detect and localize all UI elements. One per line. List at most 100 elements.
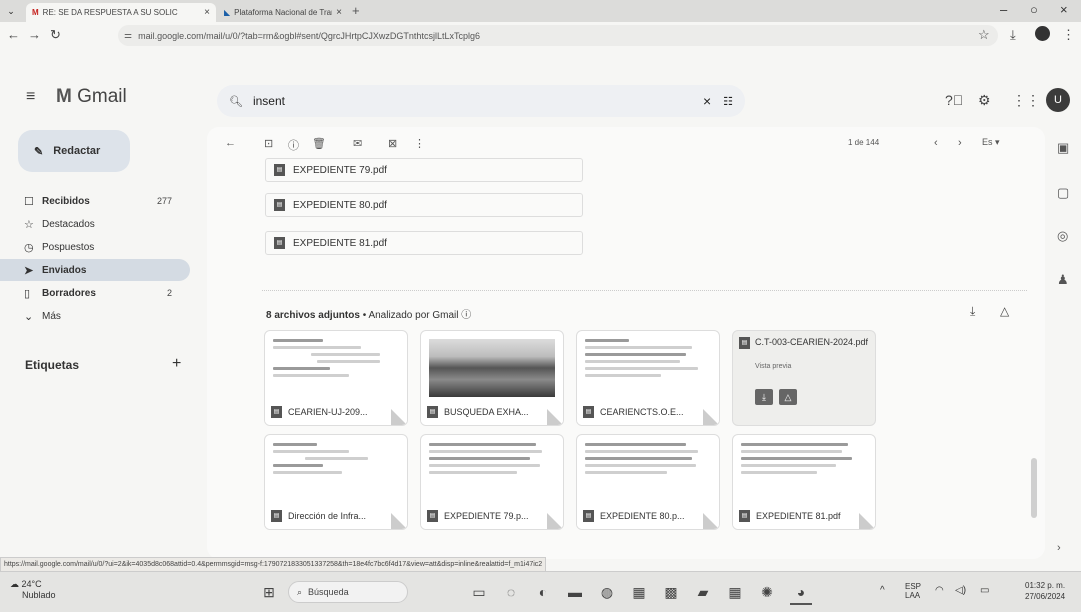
language-select[interactable]: Es ▾ [982, 137, 1000, 148]
mark-unread-icon[interactable]: ✉ [353, 137, 362, 150]
newer-icon[interactable]: ‹ [934, 137, 938, 149]
attachment-thumbnail-preview[interactable]: ▤ C.T-003-CEARIEN-2024.pdf Vista previa … [732, 330, 876, 426]
pdf-icon: ▤ [271, 406, 282, 418]
info-icon[interactable]: ⓘ [461, 310, 471, 321]
tab-gmail[interactable]: M RE: SE DA RESPUESTA A SU SOLIC × [26, 3, 216, 22]
delete-icon[interactable]: 🗑︎ [312, 137, 326, 150]
document-preview [273, 443, 399, 501]
pdf-icon: ▤ [583, 406, 594, 418]
tab-platform[interactable]: ◣ Plataforma Nacional de Transp × [218, 3, 348, 22]
attachment-thumbnail[interactable]: ▤ CEARIEN-UJ-209... [264, 330, 408, 426]
more-options-icon[interactable]: ⋮ [414, 137, 425, 150]
attachment-thumbnail[interactable]: ▤ EXPEDIENTE 80.p... [576, 434, 720, 530]
chat-icon[interactable]: ◌ [500, 581, 522, 603]
download-attachment-icon[interactable]: ⤓ [755, 389, 773, 405]
language-indicator[interactable]: ESP LAA [905, 582, 921, 600]
back-icon[interactable]: ← [7, 27, 20, 42]
save-to-drive-icon[interactable]: △ [1000, 304, 1009, 318]
weather-widget[interactable]: ☁ 24°C Nublado [10, 579, 56, 601]
search-options-icon[interactable]: ☷ [723, 95, 733, 108]
apps-grid-icon[interactable]: ⋮⋮ [1012, 92, 1040, 109]
file-explorer-icon[interactable]: ▬ [564, 581, 586, 603]
calendar-icon[interactable]: ▣ [1057, 140, 1069, 156]
contacts-icon[interactable]: ♟ [1057, 272, 1069, 288]
account-avatar[interactable]: U [1046, 88, 1070, 112]
attachment-name: EXPEDIENTE 80.pdf [293, 199, 387, 211]
expand-panel-icon[interactable]: › [1057, 542, 1061, 554]
add-label-icon[interactable]: + [172, 355, 181, 373]
scrollbar-thumb[interactable] [1031, 458, 1037, 518]
thumbnail-footer: ▤ CEARIENCTS.O.E... [577, 399, 719, 425]
maximize-icon[interactable]: ○ [1030, 2, 1038, 17]
help-icon[interactable]: ?⃝ [945, 92, 963, 108]
battery-icon[interactable]: ▭ [980, 585, 989, 596]
wifi-icon[interactable]: ◠ [935, 585, 944, 596]
report-spam-icon[interactable]: ⓘ [288, 137, 299, 153]
attachment-thumbnail[interactable]: ▤ EXPEDIENTE 79.p... [420, 434, 564, 530]
compose-button[interactable]: ✎ Redactar [18, 130, 130, 172]
scanned-label: Analizado por Gmail [368, 310, 459, 321]
add-to-drive-icon[interactable]: △ [779, 389, 797, 405]
volume-icon[interactable]: ◁) [955, 585, 966, 596]
attachment-thumbnail[interactable]: ▤ CEARIENCTS.O.E... [576, 330, 720, 426]
chrome-icon[interactable]: ◕ [790, 581, 812, 605]
forward-icon[interactable]: → [28, 27, 41, 42]
main-menu-icon[interactable]: ≡ [26, 88, 35, 106]
tab-list-chevron-icon[interactable]: ⌄ [4, 4, 18, 18]
clear-search-icon[interactable]: × [703, 93, 711, 109]
search-icon[interactable]: 🔍︎ [229, 95, 243, 108]
new-tab-icon[interactable]: + [352, 3, 360, 18]
settings-gear-icon[interactable]: ⚙ [978, 92, 991, 109]
download-icon[interactable]: ⤓ [1010, 27, 1016, 43]
sidebar-item-snoozed[interactable]: ◷ Pospuestos [0, 236, 190, 258]
attachment-thumbnail[interactable]: ▤ Dirección de Infra... [264, 434, 408, 530]
settings-app-icon[interactable]: ✺ [756, 581, 778, 603]
profile-icon[interactable] [1035, 26, 1050, 41]
sidebar-item-drafts[interactable]: ▯ Borradores 2 [0, 282, 190, 304]
tasks-icon[interactable]: ◎ [1057, 228, 1068, 244]
attachment-row[interactable]: ▤ EXPEDIENTE 79.pdf [265, 158, 583, 182]
task-view-icon[interactable]: ▭ [468, 581, 490, 603]
start-windows-icon[interactable]: ⊞ [258, 581, 280, 603]
photo-preview [429, 339, 555, 397]
attachment-thumbnail[interactable]: ▤ EXPEDIENTE 81.pdf [732, 434, 876, 530]
site-info-icon[interactable]: ⚌ [124, 30, 132, 41]
media-icon[interactable]: ◍ [596, 581, 618, 603]
sidebar-item-more[interactable]: ⌄ Más [0, 305, 190, 327]
thumbnail-footer: ▤ BUSQUEDA EXHA... [421, 399, 563, 425]
taskbar-search[interactable]: ⌕ Búsqueda [288, 581, 408, 603]
reload-icon[interactable]: ↻ [50, 27, 61, 43]
close-tab-icon[interactable]: × [336, 7, 342, 18]
attachment-row[interactable]: ▤ EXPEDIENTE 80.pdf [265, 193, 583, 217]
archive-icon[interactable]: ⊡ [264, 137, 273, 150]
url-field[interactable]: ⚌ mail.google.com/mail/u/0/?tab=rm&ogbl#… [118, 25, 998, 46]
system-clock[interactable]: 01:32 p. m. 27/06/2024 [1025, 580, 1065, 602]
mail-app-icon[interactable]: ▰ [692, 581, 714, 603]
close-tab-icon[interactable]: × [204, 7, 210, 18]
browser-menu-icon[interactable]: ⋮ [1062, 27, 1075, 43]
move-to-icon[interactable]: ⊠ [388, 137, 397, 150]
photos-icon[interactable]: ▩ [660, 581, 682, 603]
search-input[interactable] [250, 93, 695, 109]
keep-icon[interactable]: ▢ [1057, 185, 1069, 201]
minimize-icon[interactable]: – [1000, 2, 1007, 17]
edge-icon[interactable]: ◐ [532, 581, 554, 603]
back-to-list-icon[interactable]: ← [225, 137, 236, 149]
sidebar-item-sent[interactable]: ➤ Enviados [0, 259, 190, 281]
calculator-icon[interactable]: ▦ [724, 581, 746, 603]
attachment-row[interactable]: ▤ EXPEDIENTE 81.pdf [265, 231, 583, 255]
window-close-icon[interactable]: × [1060, 2, 1068, 17]
labels-heading: Etiquetas [25, 358, 80, 372]
sidebar-item-inbox[interactable]: ☐ Recibidos 277 [0, 190, 190, 212]
search-bar[interactable]: 🔍︎ × ☷ [217, 85, 745, 117]
clock-time: 01:32 p. m. [1025, 581, 1066, 590]
bookmark-star-icon[interactable]: ☆ [978, 27, 990, 43]
weather-desc: Nublado [22, 590, 56, 600]
attachment-thumbnail[interactable]: ▤ BUSQUEDA EXHA... [420, 330, 564, 426]
sidebar-item-starred[interactable]: ☆ Destacados [0, 213, 190, 235]
tray-overflow-icon[interactable]: ^ [880, 585, 885, 596]
store-icon[interactable]: ▦ [628, 581, 650, 603]
gmail-logo[interactable]: M Gmail [56, 86, 127, 108]
older-icon[interactable]: › [958, 137, 962, 149]
download-all-icon[interactable]: ⤓ [970, 304, 975, 319]
